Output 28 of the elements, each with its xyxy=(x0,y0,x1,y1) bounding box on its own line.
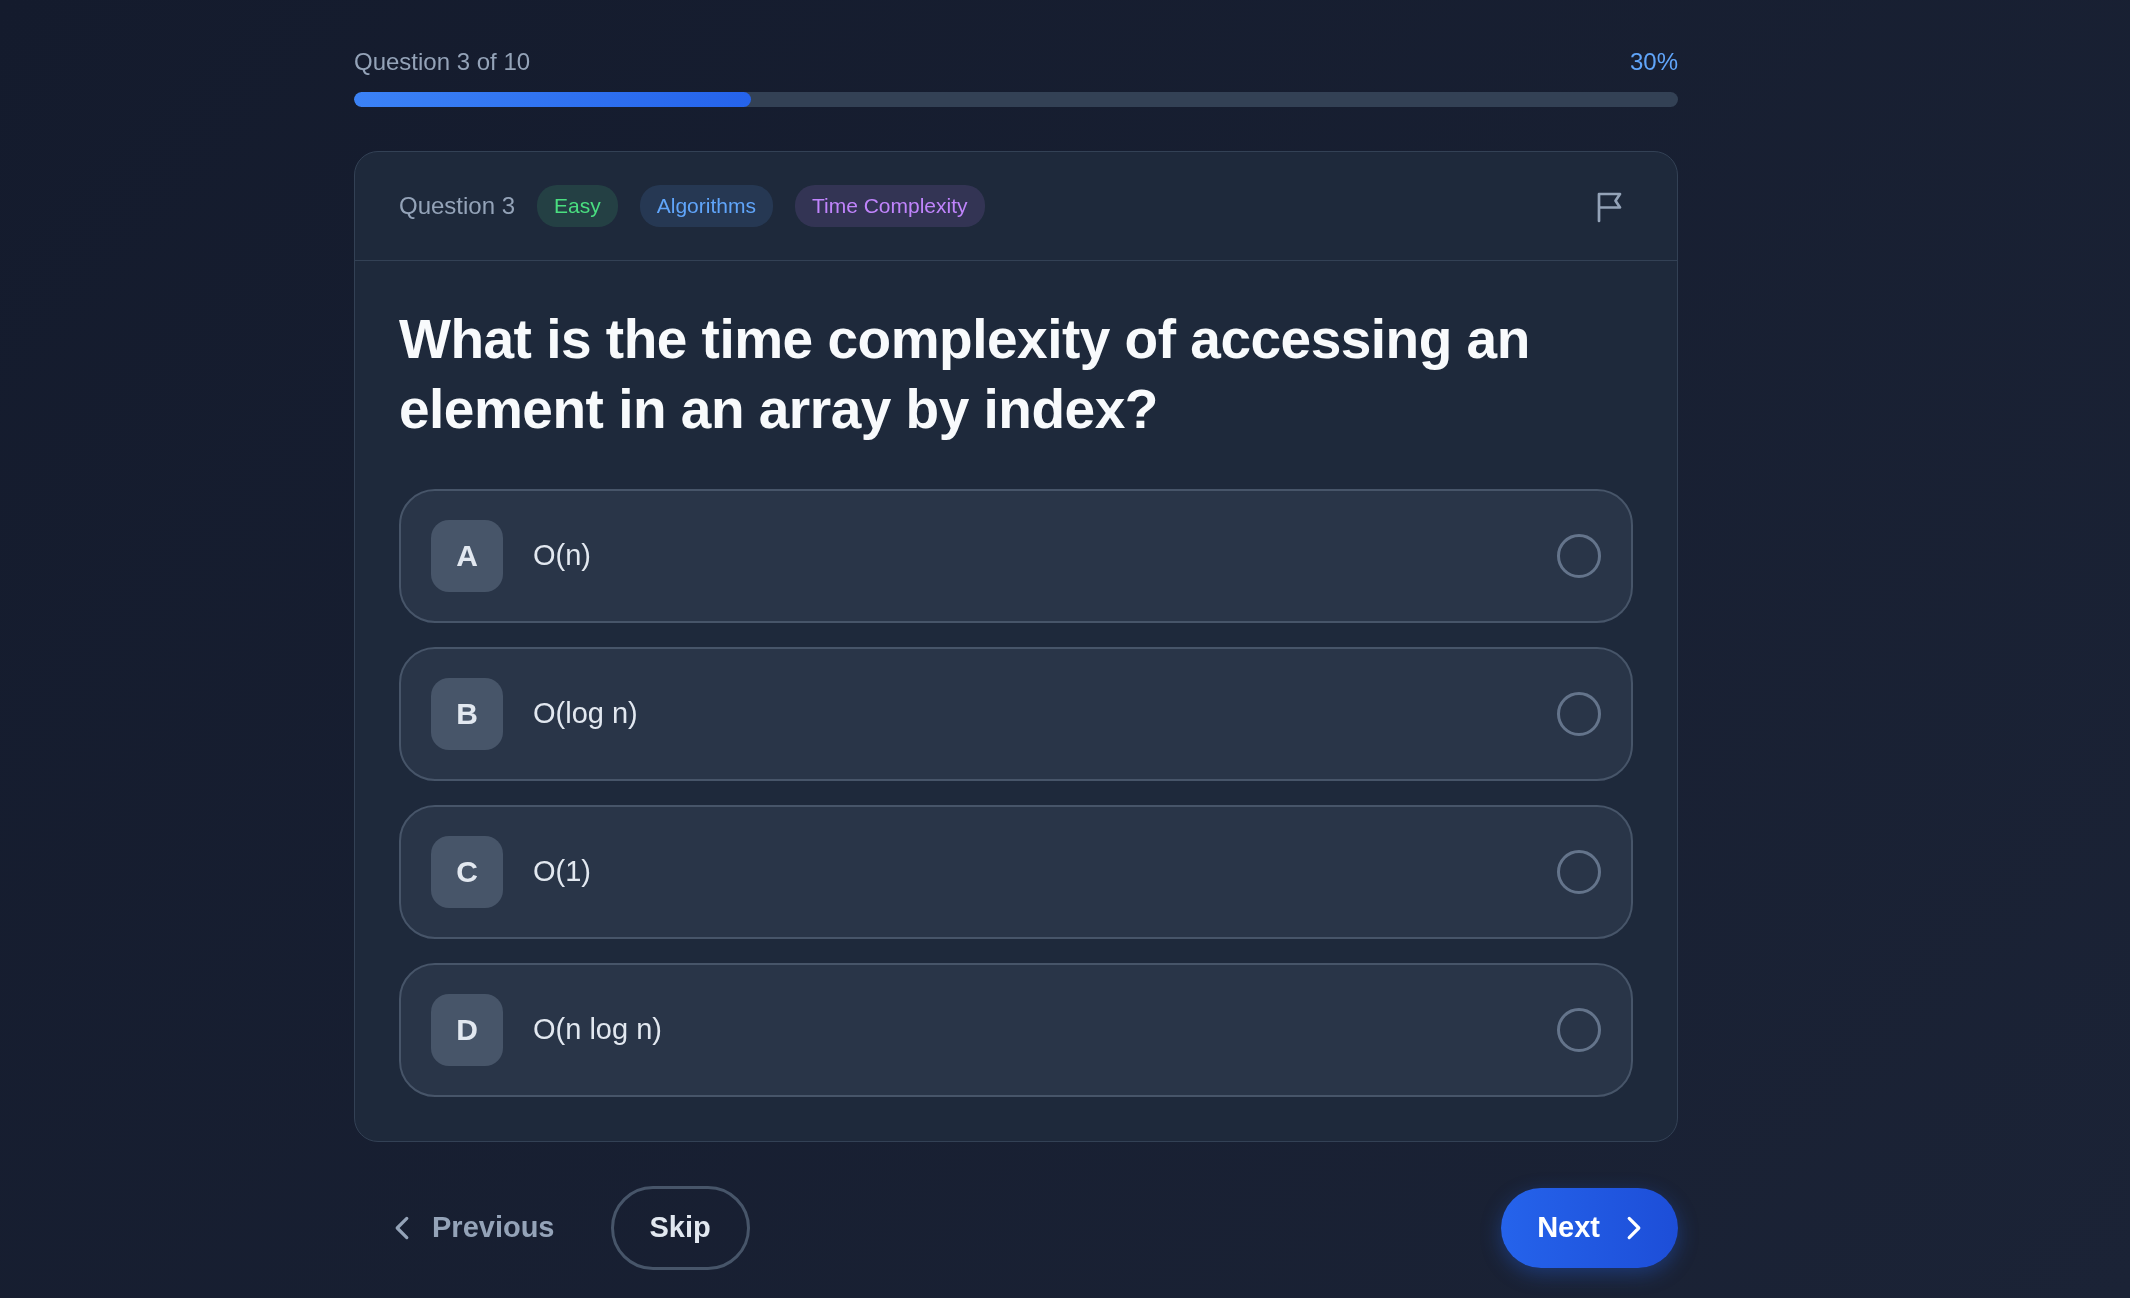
chevron-right-icon xyxy=(1626,1214,1642,1241)
skip-button[interactable]: Skip xyxy=(610,1185,750,1270)
option-text: O(1) xyxy=(533,853,592,889)
chevron-left-icon xyxy=(394,1214,410,1241)
option-text: O(n) xyxy=(533,537,592,573)
option-letter: B xyxy=(431,677,503,750)
option-letter: C xyxy=(431,835,503,908)
option-letter: A xyxy=(431,519,503,592)
radio-circle xyxy=(1557,691,1601,736)
progress-percent: 30% xyxy=(1629,47,1678,77)
answer-option[interactable]: B O(log n) xyxy=(399,646,1633,781)
answer-option[interactable]: D O(n log n) xyxy=(399,962,1633,1097)
next-button[interactable]: Next xyxy=(1501,1187,1678,1268)
radio-circle xyxy=(1557,849,1601,894)
option-text: O(log n) xyxy=(533,695,639,731)
answer-option[interactable]: C O(1) xyxy=(399,804,1633,939)
topic-tag: Time Complexity xyxy=(794,185,985,227)
question-text: What is the time complexity of accessing an element in an array by index? xyxy=(399,307,1531,442)
previous-button[interactable]: Previous xyxy=(354,1195,575,1260)
topic-tag: Easy xyxy=(537,185,618,227)
topic-tag: Algorithms xyxy=(639,185,773,227)
option-letter: D xyxy=(431,993,503,1066)
radio-circle xyxy=(1557,533,1601,578)
radio-circle xyxy=(1557,1007,1601,1052)
option-text: O(n log n) xyxy=(533,1011,663,1047)
answer-option[interactable]: A O(n) xyxy=(399,488,1633,623)
progress-label: Question 3 of 10 xyxy=(354,47,531,77)
question-number: Question 3 xyxy=(399,191,516,221)
